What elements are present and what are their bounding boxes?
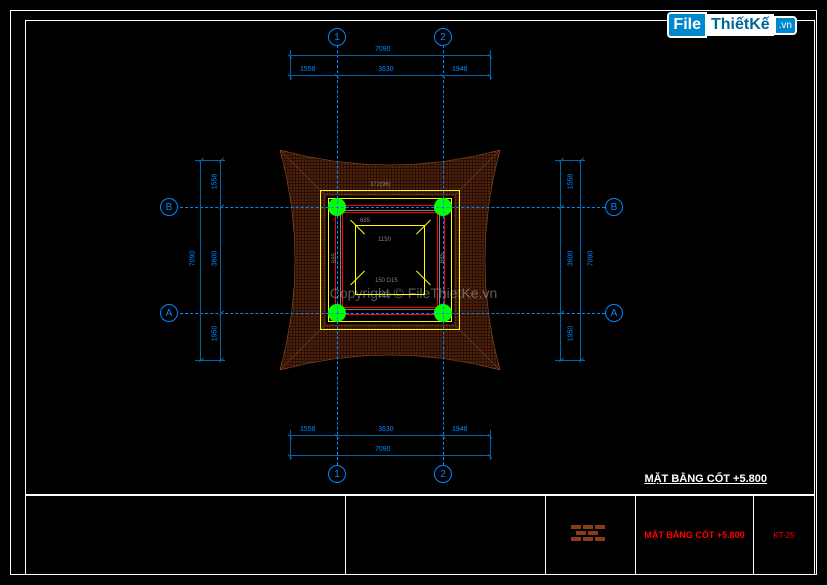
dim-top-a — [290, 75, 337, 76]
dim-right-overall — [580, 160, 581, 360]
dim-left-a — [220, 160, 221, 207]
titleblock-sheet: KT-25 — [754, 496, 814, 574]
grid-line-2 — [443, 35, 444, 475]
grid-bubble-A-right: A — [605, 304, 623, 322]
dim-left-c-text: 1950 — [211, 326, 218, 342]
titleblock-col2 — [346, 496, 546, 574]
drawing-title: MẶT BẰNG CỐT +5.800 — [644, 473, 767, 485]
grid-bubble-1-bot: 1 — [328, 465, 346, 483]
dim-right-c-text: 1950 — [567, 326, 574, 342]
dim-left-overall — [200, 160, 201, 360]
grid-bubble-2-top: 2 — [434, 28, 452, 46]
dim-inner-1: 685 — [360, 218, 370, 224]
dim-bot-b-text: 3630 — [378, 426, 394, 433]
dim-bot-b — [337, 435, 443, 436]
grid-line-1 — [337, 35, 338, 475]
dim-left-overall-text: 7090 — [189, 251, 196, 267]
grid-bubble-A-left: A — [160, 304, 178, 322]
dim-top-c-text: 1948 — [452, 66, 468, 73]
dim-left-b — [220, 207, 221, 313]
dim-right-c — [560, 313, 561, 360]
titleblock-drawing-name-text: MẶT BẰNG CỐT +5.800 — [644, 530, 744, 540]
dim-bot-overall-text: 7090 — [375, 446, 391, 453]
grid-bubble-B-left: B — [160, 198, 178, 216]
dim-right-b-text: 3600 — [567, 251, 574, 267]
dim-bot-c — [443, 435, 490, 436]
titleblock-col1 — [26, 496, 346, 574]
titleblock: MẶT BẰNG CỐT +5.800 KT-25 — [25, 495, 815, 575]
dim-bot-c-text: 1948 — [452, 426, 468, 433]
dim-top-overall-text: 7090 — [375, 46, 391, 53]
dim-inner-3: 150 D15 — [375, 278, 398, 284]
titleblock-hatch-legend — [546, 496, 636, 574]
dim-top-c — [443, 75, 490, 76]
dim-top-b-text: 3630 — [378, 66, 394, 73]
grid-bubble-2-bot: 2 — [434, 465, 452, 483]
dim-top-b — [337, 75, 443, 76]
dim-top-a-text: 1558 — [300, 66, 316, 73]
dim-right-overall-text: 7090 — [587, 251, 594, 267]
dim-inner-4: 1150 — [378, 293, 391, 299]
dim-left-b-text: 3600 — [211, 251, 218, 267]
dim-bot-a — [290, 435, 337, 436]
dim-left-a-text: 1558 — [211, 174, 218, 190]
grid-bubble-B-right: B — [605, 198, 623, 216]
dim-inner-2: 1150 — [378, 237, 391, 243]
grid-bubble-1-top: 1 — [328, 28, 346, 46]
titleblock-sheet-text: KT-25 — [773, 531, 794, 540]
dim-right-a — [560, 160, 561, 207]
dim-bot-overall — [290, 455, 490, 456]
dim-bot-a-text: 1558 — [300, 426, 316, 433]
dim-inner-7: 372(96) — [370, 182, 391, 188]
dim-right-a-text: 1558 — [567, 174, 574, 190]
grid-line-A — [170, 313, 610, 314]
dim-right-b — [560, 207, 561, 313]
dim-left-c — [220, 313, 221, 360]
dim-top-overall — [290, 55, 490, 56]
grid-line-B — [170, 207, 610, 208]
titleblock-drawing-name: MẶT BẰNG CỐT +5.800 — [636, 496, 754, 574]
